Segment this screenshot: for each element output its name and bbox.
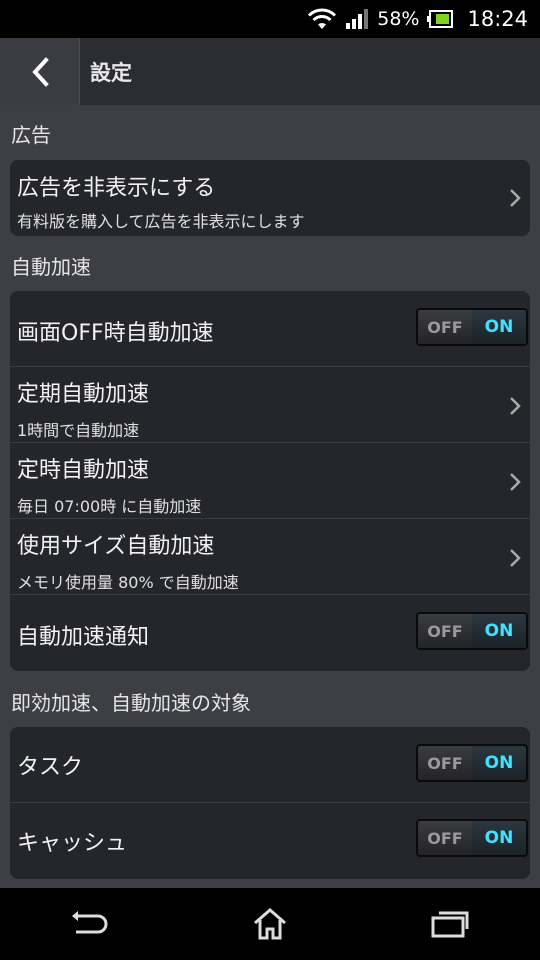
- cache-toggle[interactable]: OFF ON: [416, 819, 528, 857]
- cache-item[interactable]: キャッシュ OFF ON: [10, 803, 530, 879]
- nav-home-button[interactable]: [240, 899, 300, 949]
- chevron-right-icon: [510, 397, 521, 415]
- usage-size-auto-title: 使用サイズ自動加速: [17, 534, 215, 559]
- toggle-on-label: ON: [472, 310, 526, 344]
- navigation-bar: [0, 888, 540, 960]
- section-header-targets: 即効加速、自動加速の対象: [11, 691, 251, 715]
- battery-icon: [427, 10, 454, 28]
- status-bar: 58% 18:24: [0, 0, 540, 38]
- signal-icon: [346, 9, 369, 29]
- toggle-on-label: ON: [472, 614, 526, 648]
- toggle-off-label: OFF: [418, 310, 472, 344]
- remove-ads-subtitle: 有料版を購入して広告を非表示にします: [17, 212, 305, 231]
- section-header-auto: 自動加速: [11, 255, 91, 279]
- periodic-auto-subtitle: 1時間で自動加速: [17, 421, 140, 440]
- action-bar: 設定: [0, 38, 540, 105]
- nav-back-button[interactable]: [60, 899, 120, 949]
- settings-list[interactable]: 広告 広告を非表示にする 有料版を購入して広告を非表示にします 自動加速 画面O…: [0, 105, 540, 888]
- auto-card: 画面OFF時自動加速 OFF ON 定期自動加速 1時間で自動加速 定時自動加速…: [10, 291, 530, 671]
- page-title: 設定: [90, 60, 132, 85]
- auto-notify-toggle[interactable]: OFF ON: [416, 612, 528, 650]
- screen-off-auto-title: 画面OFF時自動加速: [17, 321, 214, 346]
- home-icon: [254, 908, 286, 940]
- scheduled-auto-item[interactable]: 定時自動加速 毎日 07:00時 に自動加速: [10, 443, 530, 519]
- usage-size-auto-item[interactable]: 使用サイズ自動加速 メモリ使用量 80% で自動加速: [10, 519, 530, 595]
- ads-card: 広告を非表示にする 有料版を購入して広告を非表示にします: [10, 160, 530, 236]
- clock: 18:24: [467, 7, 528, 31]
- toggle-off-label: OFF: [418, 614, 472, 648]
- cache-title: キャッシュ: [17, 831, 128, 856]
- remove-ads-title: 広告を非表示にする: [17, 176, 216, 201]
- toggle-off-label: OFF: [418, 821, 472, 855]
- section-header-ads: 広告: [11, 123, 51, 147]
- task-toggle[interactable]: OFF ON: [416, 744, 528, 782]
- targets-card: タスク OFF ON キャッシュ OFF ON: [10, 727, 530, 879]
- nav-recents-button[interactable]: [420, 899, 480, 949]
- chevron-right-icon: [510, 189, 521, 207]
- screen-off-auto-item[interactable]: 画面OFF時自動加速 OFF ON: [10, 291, 530, 367]
- chevron-right-icon: [510, 473, 521, 491]
- remove-ads-item[interactable]: 広告を非表示にする 有料版を購入して広告を非表示にします: [10, 160, 530, 236]
- periodic-auto-title: 定期自動加速: [17, 382, 150, 407]
- task-title: タスク: [17, 755, 84, 780]
- wifi-icon: [308, 8, 337, 29]
- scheduled-auto-subtitle: 毎日 07:00時 に自動加速: [17, 497, 202, 516]
- auto-notify-title: 自動加速通知: [17, 625, 150, 650]
- chevron-right-icon: [510, 549, 521, 567]
- screen-off-auto-toggle[interactable]: OFF ON: [416, 308, 528, 346]
- usage-size-auto-subtitle: メモリ使用量 80% で自動加速: [17, 573, 239, 592]
- periodic-auto-item[interactable]: 定期自動加速 1時間で自動加速: [10, 367, 530, 443]
- task-item[interactable]: タスク OFF ON: [10, 727, 530, 803]
- toggle-on-label: ON: [472, 746, 526, 780]
- back-arrow-icon: [72, 911, 108, 934]
- back-button[interactable]: [0, 38, 80, 105]
- toggle-off-label: OFF: [418, 746, 472, 780]
- battery-percentage: 58%: [377, 8, 420, 30]
- scheduled-auto-title: 定時自動加速: [17, 458, 150, 483]
- toggle-on-label: ON: [472, 821, 526, 855]
- chevron-left-icon: [31, 56, 49, 87]
- auto-notify-item[interactable]: 自動加速通知 OFF ON: [10, 595, 530, 671]
- recents-icon: [431, 911, 469, 938]
